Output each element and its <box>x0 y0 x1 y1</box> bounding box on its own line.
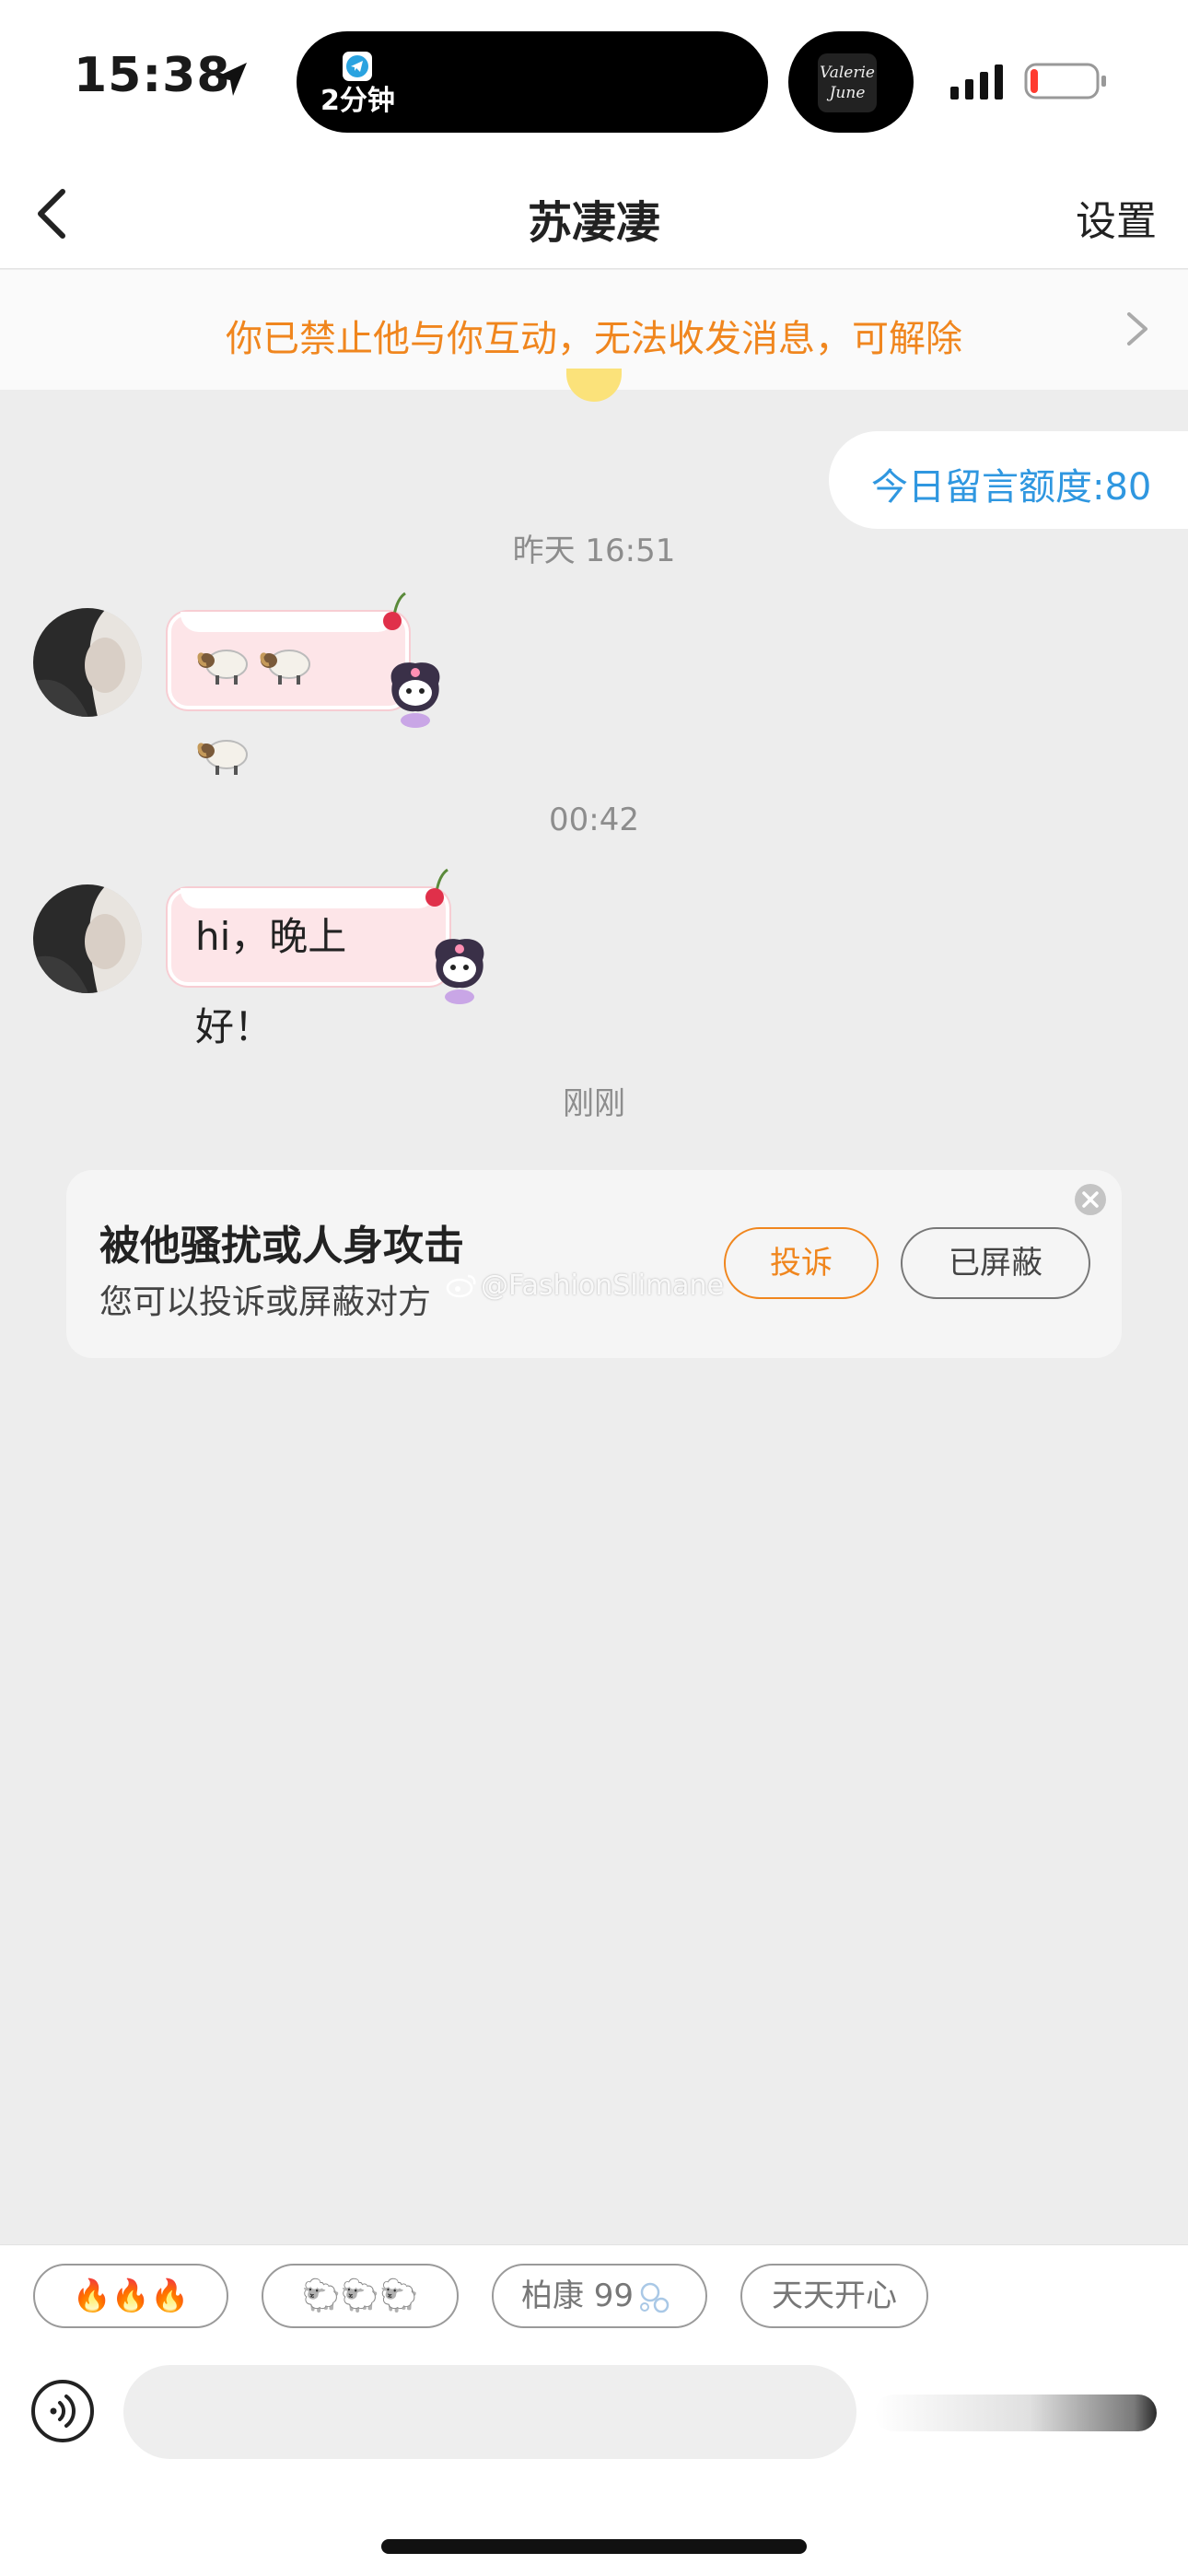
bubble-frosting <box>181 888 437 908</box>
quick-reply-chip[interactable]: 🔥🔥🔥 <box>33 2264 228 2328</box>
quick-reply-chip[interactable]: 柏康 99 <box>492 2264 707 2328</box>
status-time: 15:38 <box>74 48 231 103</box>
sheep-emoji-icon <box>260 649 310 685</box>
report-card-subtitle: 您可以投诉或屏蔽对方 <box>99 1283 432 1321</box>
quick-reply-chip[interactable]: 🐑🐑🐑 <box>262 2264 459 2328</box>
status-bar: 15:38 2分钟 Valerie June <box>0 0 1188 158</box>
cellular-signal-icon <box>950 64 1003 100</box>
report-button[interactable]: 投诉 <box>724 1227 879 1299</box>
close-circle-icon[interactable] <box>1072 1181 1109 1218</box>
quick-reply-text: 🐑🐑🐑 <box>301 2277 419 2314</box>
cherry-decoration-icon <box>383 591 406 630</box>
weibo-logo-icon <box>446 1274 476 1298</box>
home-indicator <box>381 2539 807 2554</box>
message-emoji <box>195 638 320 775</box>
message-bubble[interactable] <box>168 612 409 775</box>
kuromi-sticker-icon <box>390 662 440 728</box>
watermark: @FashionSlimane <box>446 1270 724 1302</box>
nav-bar: 苏凄凄 设置 <box>0 158 1188 269</box>
timestamp: 昨天 16:51 <box>512 533 676 569</box>
message-bubble[interactable]: hi，晚上好！ <box>168 888 449 1049</box>
message-text: hi，晚上好！ <box>195 914 347 1049</box>
sheep-emoji-icon <box>197 649 248 685</box>
dynamic-island[interactable]: 2分钟 <box>297 31 768 133</box>
music-island[interactable]: Valerie June <box>788 31 914 133</box>
sheep-emoji-icon <box>197 739 248 775</box>
partial-emoji-decoration <box>566 369 622 402</box>
blocked-button[interactable]: 已屏蔽 <box>901 1227 1090 1299</box>
bubble-frosting <box>181 612 396 632</box>
bottom-input-area: 🔥🔥🔥 🐑🐑🐑 柏康 99 天天开心 <box>0 2244 1188 2576</box>
quota-text: 今日留言额度:80 <box>871 466 1152 509</box>
avatar-image <box>33 884 142 993</box>
send-area[interactable] <box>875 2395 1157 2431</box>
chevron-right-icon <box>1127 312 1147 345</box>
location-arrow-icon <box>215 63 247 96</box>
avatar-image <box>33 608 142 717</box>
quick-reply-chip[interactable]: 天天开心 <box>740 2264 928 2328</box>
island-timer-text: 2分钟 <box>320 85 395 117</box>
quota-bubble: 今日留言额度:80 <box>829 431 1188 529</box>
settings-button[interactable]: 设置 <box>1076 188 1157 247</box>
message-input[interactable] <box>123 2365 856 2459</box>
avatar[interactable] <box>33 884 142 993</box>
bubbles-icon <box>640 2282 670 2313</box>
kuromi-sticker-icon <box>435 939 484 1004</box>
cherry-decoration-icon <box>425 868 448 907</box>
timestamp: 刚刚 <box>563 1085 625 1122</box>
report-card-title: 被他骚扰或人身攻击 <box>99 1223 464 1270</box>
quick-reply-text: 柏康 99 <box>520 2277 635 2314</box>
timestamp: 00:42 <box>549 802 639 838</box>
quick-reply-text: 天天开心 <box>772 2277 897 2314</box>
watermark-text: @FashionSlimane <box>481 1270 725 1302</box>
voice-icon[interactable] <box>29 2378 96 2444</box>
harassment-report-card: 被他骚扰或人身攻击 您可以投诉或屏蔽对方 投诉 已屏蔽 <box>66 1170 1122 1358</box>
album-art: Valerie June <box>818 53 877 112</box>
chat-title: 苏凄凄 <box>527 197 660 249</box>
avatar[interactable] <box>33 608 142 717</box>
battery-icon <box>1024 63 1106 100</box>
banner-text: 你已禁止他与你互动，无法收发消息，可解除 <box>226 318 962 360</box>
quick-reply-text: 🔥🔥🔥 <box>72 2277 190 2314</box>
